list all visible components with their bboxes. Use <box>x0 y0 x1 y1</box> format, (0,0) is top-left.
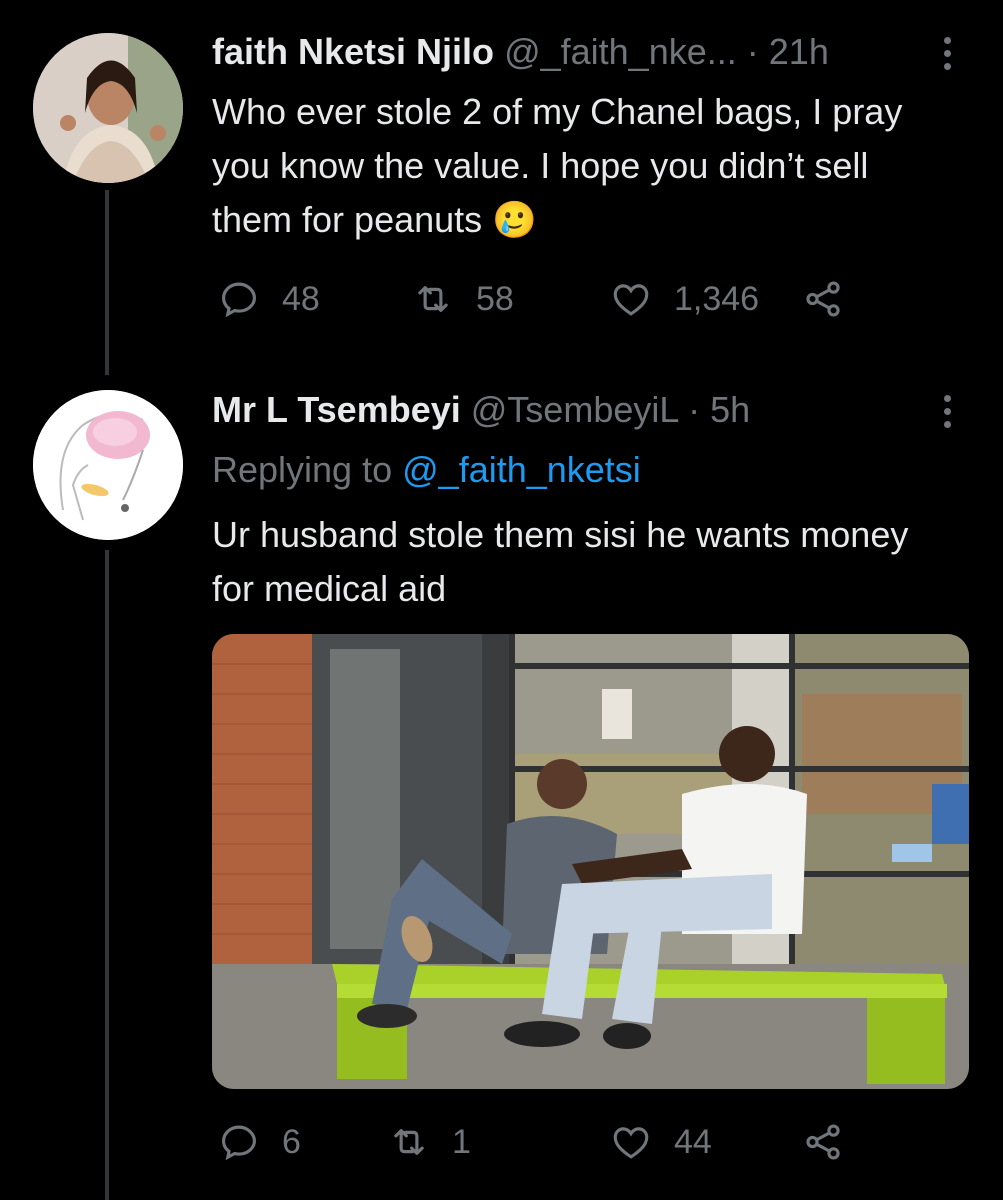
reply-count: 6 <box>282 1122 301 1161</box>
user-handle[interactable]: @TsembeyiL <box>471 389 678 430</box>
retweet-button[interactable]: 58 <box>412 277 514 321</box>
display-name[interactable]: faith Nketsi Njilo <box>212 31 494 72</box>
like-count: 1,346 <box>674 279 760 318</box>
retweet-icon <box>418 286 448 312</box>
tweet-actions: 48 58 1,346 <box>212 277 932 321</box>
reply-button[interactable]: 6 <box>218 1120 301 1164</box>
tweet-text: Who ever stole 2 of my Chanel bags, I pr… <box>212 91 913 240</box>
heart-icon <box>613 284 649 316</box>
share-button[interactable] <box>802 1120 866 1164</box>
user-handle[interactable]: @_faith_nke... <box>504 31 737 72</box>
like-count: 44 <box>674 1122 712 1161</box>
share-icon <box>806 281 840 317</box>
replying-handle-link[interactable]: @_faith_nketsi <box>402 449 641 490</box>
like-button[interactable]: 44 <box>610 1120 712 1164</box>
timestamp[interactable]: 5h <box>710 389 750 430</box>
tweet-actions: 6 1 44 <box>212 1120 932 1164</box>
more-icon[interactable] <box>942 395 952 435</box>
avatar[interactable] <box>33 33 183 183</box>
retweet-button[interactable]: 1 <box>388 1120 471 1164</box>
reply-icon <box>222 282 256 318</box>
retweet-count: 58 <box>476 279 514 318</box>
tweet-header: Mr L Tsembeyi @TsembeyiL · 5h <box>212 388 750 432</box>
tweet-photo[interactable] <box>212 634 969 1089</box>
replying-label: Replying to <box>212 449 393 490</box>
avatar[interactable] <box>33 390 183 540</box>
reply-icon <box>222 1125 256 1161</box>
replying-to: Replying to @_faith_nketsi <box>212 448 641 492</box>
share-icon <box>806 1124 840 1160</box>
thread-connector <box>105 190 109 375</box>
retweet-count: 1 <box>452 1122 471 1161</box>
timestamp[interactable]: 21h <box>769 31 829 72</box>
tweet-text: Ur husband stole them sisi he wants mone… <box>212 514 919 609</box>
reply-count: 48 <box>282 279 320 318</box>
share-button[interactable] <box>802 277 866 321</box>
separator: · <box>688 389 701 430</box>
like-button[interactable]: 1,346 <box>610 277 759 321</box>
tweet-header: faith Nketsi Njilo @_faith_nke... · 21h <box>212 30 829 74</box>
heart-icon <box>613 1127 649 1159</box>
thread-connector <box>105 550 109 1200</box>
display-name[interactable]: Mr L Tsembeyi <box>212 389 461 430</box>
more-icon[interactable] <box>942 37 952 77</box>
separator: · <box>746 31 759 72</box>
retweet-icon <box>394 1129 424 1155</box>
reply-button[interactable]: 48 <box>218 277 320 321</box>
